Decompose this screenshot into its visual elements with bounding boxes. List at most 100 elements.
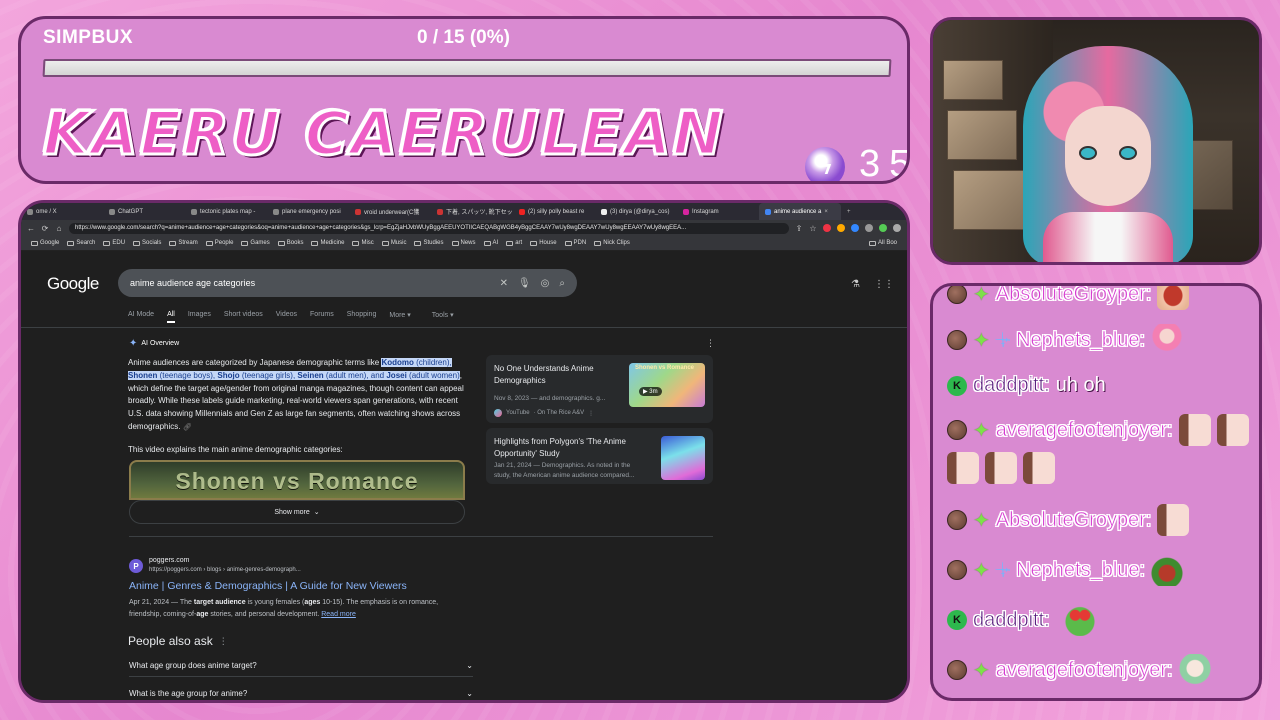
account-avatar[interactable]: K — [908, 277, 910, 291]
search-input[interactable]: anime audience age categories ✕ 🎙︎ ◎ ⌕ — [118, 269, 577, 297]
source-card[interactable]: No One Understands Anime Demographics No… — [486, 355, 713, 423]
microphone-icon[interactable]: 🎙︎ — [518, 278, 531, 289]
avatar-hoodie — [1043, 212, 1173, 262]
home-icon[interactable]: ⌂ — [55, 224, 63, 233]
tab-videos[interactable]: Videos — [276, 311, 297, 323]
chat-username: Nephets_blue: — [1016, 328, 1146, 351]
source-title: Highlights from Polygon's 'The Anime Opp… — [494, 437, 627, 458]
bookmark-item[interactable]: Socials — [133, 240, 161, 246]
extension-icon[interactable] — [893, 224, 901, 232]
labs-flask-icon[interactable]: ⚗ — [851, 279, 860, 290]
folder-icon — [205, 240, 213, 246]
tab-images[interactable]: Images — [188, 311, 211, 323]
bookmark-star-icon[interactable]: ☆ — [809, 224, 817, 233]
bookmark-item[interactable]: Studies — [414, 240, 444, 246]
avatar-face — [1065, 106, 1151, 206]
paa-question[interactable]: What is the age group for anime? ⌄ — [129, 689, 473, 698]
paa-question[interactable]: What age group does anime target? ⌄ — [129, 661, 473, 670]
tab-more[interactable]: More ▾ — [389, 311, 410, 323]
search-icon[interactable]: ⌕ — [559, 278, 565, 289]
bookmark-item[interactable]: House — [530, 240, 557, 246]
bookmark-item[interactable]: News — [451, 240, 476, 246]
lens-icon[interactable]: ◎ — [541, 278, 550, 289]
bookmark-item[interactable]: Books — [277, 240, 303, 246]
share-icon[interactable]: ⇪ — [795, 224, 803, 233]
bookmark-item[interactable]: People — [205, 240, 233, 246]
term-note: (children), — [413, 358, 452, 367]
reload-icon[interactable]: ⟳ — [41, 224, 49, 233]
tab-favicon-icon — [355, 208, 361, 215]
more-options-icon[interactable]: ⋮ — [588, 410, 594, 417]
bookmark-label: AI — [492, 240, 499, 246]
aio-intro: Anime audiences are categorized by Japan… — [128, 358, 382, 367]
bookmark-item[interactable]: Music — [381, 240, 406, 246]
bookmark-item[interactable]: Misc — [352, 240, 374, 246]
site-favicon: P — [129, 559, 143, 573]
source-image-thumbnail[interactable] — [661, 436, 705, 480]
chat-message: K daddpitt: — [947, 604, 1096, 636]
browser-tab[interactable]: vroid underwear(C獲 — [349, 203, 431, 220]
bookmark-item[interactable]: Search — [67, 240, 95, 246]
anime-face-emote-icon — [1178, 414, 1211, 446]
bookmark-item[interactable]: AI — [483, 240, 499, 246]
extension-icon[interactable] — [865, 224, 873, 232]
browser-tab[interactable]: (2) silly polly beast re — [513, 203, 595, 220]
more-options-icon[interactable]: ⋮ — [219, 636, 228, 647]
snippet-text: is young females ( — [245, 599, 305, 606]
extension-icon[interactable] — [851, 224, 859, 232]
browser-tab[interactable]: tectonic plates map - — [185, 203, 267, 220]
video-thumbnail[interactable]: Shonen vs Romance — [129, 460, 465, 500]
browser-tab[interactable]: (3) dirya (@dirya_cos) — [595, 203, 677, 220]
result-title-link[interactable]: Anime | Genres & Demographics | A Guide … — [129, 580, 407, 592]
bookmark-item[interactable]: Stream — [169, 240, 198, 246]
tab-ai-mode[interactable]: AI Mode — [128, 311, 154, 323]
folder-icon — [352, 240, 360, 246]
all-bookmarks[interactable]: All Boo — [868, 240, 897, 246]
back-icon[interactable]: ← — [27, 224, 35, 233]
bookmark-item[interactable]: Google — [31, 240, 59, 246]
clear-icon[interactable]: ✕ — [500, 278, 508, 289]
ai-overview-text: Anime audiences are categorized by Japan… — [128, 357, 466, 435]
bookmark-item[interactable]: Nick Clips — [594, 240, 630, 246]
bookmark-item[interactable]: art — [506, 240, 522, 246]
read-more-link[interactable]: Read more — [321, 611, 356, 618]
tab-forums[interactable]: Forums — [310, 311, 334, 323]
url-field[interactable]: https://www.google.com/search?q=anime+au… — [69, 222, 789, 234]
new-tab-button[interactable]: + — [841, 203, 861, 220]
tab-all[interactable]: All — [167, 311, 175, 323]
tab-favicon-icon — [765, 208, 771, 215]
folder-icon — [67, 240, 75, 246]
source-title: No One Understands Anime Demographics — [494, 364, 594, 385]
extension-icon[interactable] — [823, 224, 831, 232]
extension-icon[interactable] — [837, 224, 845, 232]
extension-icon[interactable] — [879, 224, 887, 232]
source-channel: YouTube — [506, 410, 530, 416]
bookmark-item[interactable]: PDN — [564, 240, 586, 246]
apps-grid-icon[interactable]: ⋮⋮ — [874, 279, 894, 290]
browser-tab[interactable]: plane emergency posi — [267, 203, 349, 220]
simpbux-label: SIMPBUX — [43, 27, 134, 48]
google-logo[interactable]: Google — [47, 274, 99, 294]
bookmark-item[interactable]: EDU — [103, 240, 125, 246]
tab-label: anime audience a — [774, 208, 822, 215]
source-card[interactable]: Highlights from Polygon's 'The Anime Opp… — [486, 428, 713, 484]
link-icon[interactable]: 🔗︎ — [183, 424, 192, 431]
tab-tools[interactable]: Tools ▾ — [432, 311, 454, 323]
show-more-button[interactable]: Show more ⌄ — [129, 500, 465, 524]
source-video-thumbnail[interactable]: Shonen vs Romance ▶ 3m — [629, 363, 705, 407]
browser-tab-active[interactable]: anime audience a × — [759, 203, 841, 220]
bookmark-item[interactable]: Medicine — [311, 240, 344, 246]
browser-tab[interactable]: ChatGPT — [103, 203, 185, 220]
tab-short-videos[interactable]: Short videos — [224, 311, 263, 323]
browser-tab[interactable]: 下着, スパッツ, 靴下セッ — [431, 203, 513, 220]
tab-shopping[interactable]: Shopping — [347, 311, 377, 323]
term-note: (teenage girls), — [239, 370, 298, 380]
tab-favicon-icon — [683, 208, 689, 215]
bookmark-item[interactable]: Games — [241, 240, 270, 246]
browser-tab[interactable]: Instagram — [677, 203, 759, 220]
avatar-eye — [1079, 146, 1097, 160]
more-options-icon[interactable]: ⋮ — [706, 338, 715, 349]
tab-close-icon[interactable]: × — [824, 209, 828, 215]
browser-tab[interactable]: ome / X — [21, 203, 103, 220]
people-also-ask-heading: People also ask ⋮ — [128, 634, 228, 648]
